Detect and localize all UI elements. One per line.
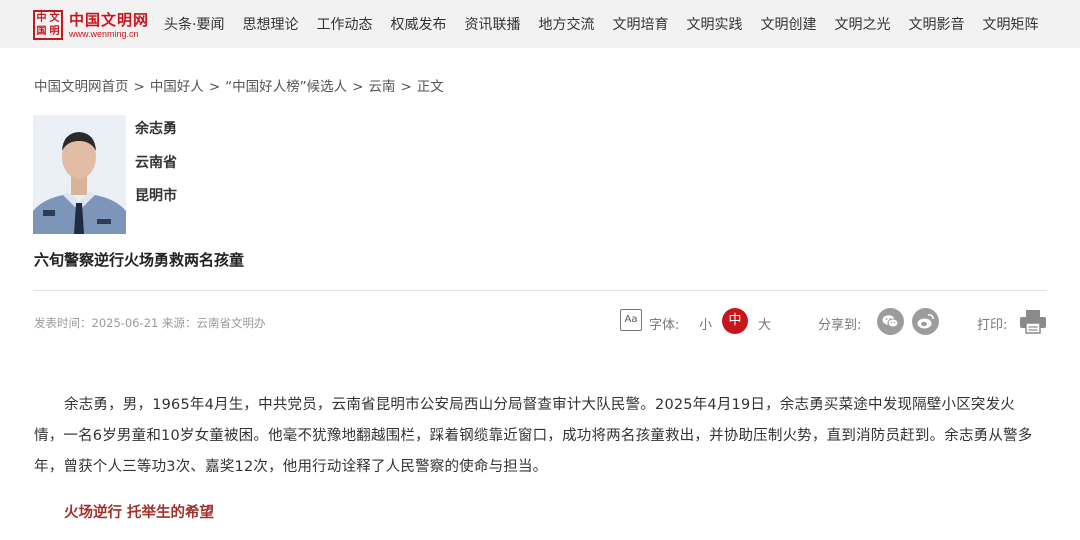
breadcrumb-good-people[interactable]: 中国好人 <box>150 79 204 95</box>
nav-item-news[interactable]: 资讯联播 <box>464 14 520 34</box>
main-nav: 头条·要闻 思想理论 工作动态 权威发布 资讯联播 地方交流 文明培育 文明实践… <box>164 0 1056 48</box>
nav-item-cultivation[interactable]: 文明培育 <box>612 14 668 34</box>
printer-icon[interactable] <box>1019 309 1047 334</box>
nav-item-creation[interactable]: 文明创建 <box>760 14 816 34</box>
print-label: 打印: <box>977 318 1008 333</box>
nav-item-light[interactable]: 文明之光 <box>834 14 890 34</box>
nav-item-media[interactable]: 文明影音 <box>908 14 964 34</box>
site-logo[interactable]: 中 文 国 明 中国文明网 www.wenming.cn <box>33 8 151 42</box>
article-headline: 六旬警察逆行火场勇救两名孩童 <box>34 251 245 269</box>
breadcrumb-candidates[interactable]: “中国好人榜”候选人 <box>225 79 347 95</box>
profile-photo <box>33 115 126 234</box>
weibo-icon[interactable] <box>912 308 939 335</box>
breadcrumb-separator: > <box>208 79 221 95</box>
logo-url: www.wenming.cn <box>69 28 139 39</box>
font-size-large-button[interactable]: 大 <box>758 314 771 333</box>
profile-city: 昆明市 <box>135 188 177 204</box>
breadcrumb: 中国文明网首页 > 中国好人 > “中国好人榜”候选人 > 云南 > 正文 <box>34 75 444 95</box>
breadcrumb-separator: > <box>352 79 364 95</box>
profile-name: 余志勇 <box>135 121 177 137</box>
article-subheading: 火场逆行 托举生的希望 <box>64 505 215 521</box>
font-size-small-button[interactable]: 小 <box>699 314 712 333</box>
publish-info: 发表时间：2025-06-21 来源：云南省文明办 <box>34 316 266 330</box>
logo-seal-icon: 中 文 国 明 <box>33 10 63 40</box>
nav-item-headlines[interactable]: 头条·要闻 <box>164 14 224 34</box>
top-navigation-bar: 中 文 国 明 中国文明网 www.wenming.cn 头条·要闻 思想理论 … <box>0 0 1080 48</box>
nav-item-work[interactable]: 工作动态 <box>316 14 372 34</box>
font-size-icon: Aa <box>620 309 642 331</box>
font-size-label: 字体: <box>649 318 680 333</box>
nav-item-practice[interactable]: 文明实践 <box>686 14 742 34</box>
divider <box>33 290 1047 291</box>
profile-province: 云南省 <box>135 155 177 171</box>
breadcrumb-separator: > <box>400 79 412 95</box>
nav-item-local[interactable]: 地方交流 <box>538 14 594 34</box>
nav-item-official[interactable]: 权威发布 <box>390 14 446 34</box>
logo-title: 中国文明网 <box>69 10 150 29</box>
nav-item-matrix[interactable]: 文明矩阵 <box>982 14 1038 34</box>
breadcrumb-yunnan[interactable]: 云南 <box>368 79 395 95</box>
wechat-icon[interactable] <box>877 308 904 335</box>
nav-item-theory[interactable]: 思想理论 <box>242 14 298 34</box>
breadcrumb-separator: > <box>133 79 145 95</box>
breadcrumb-home[interactable]: 中国文明网首页 <box>34 79 129 95</box>
article-paragraph: 余志勇，男，1965年4月生，中共党员，云南省昆明市公安局西山分局督查审计大队民… <box>34 397 1033 475</box>
share-label: 分享到: <box>818 318 862 333</box>
font-size-medium-button[interactable]: 中 <box>722 308 748 334</box>
breadcrumb-current: 正文 <box>416 79 444 95</box>
